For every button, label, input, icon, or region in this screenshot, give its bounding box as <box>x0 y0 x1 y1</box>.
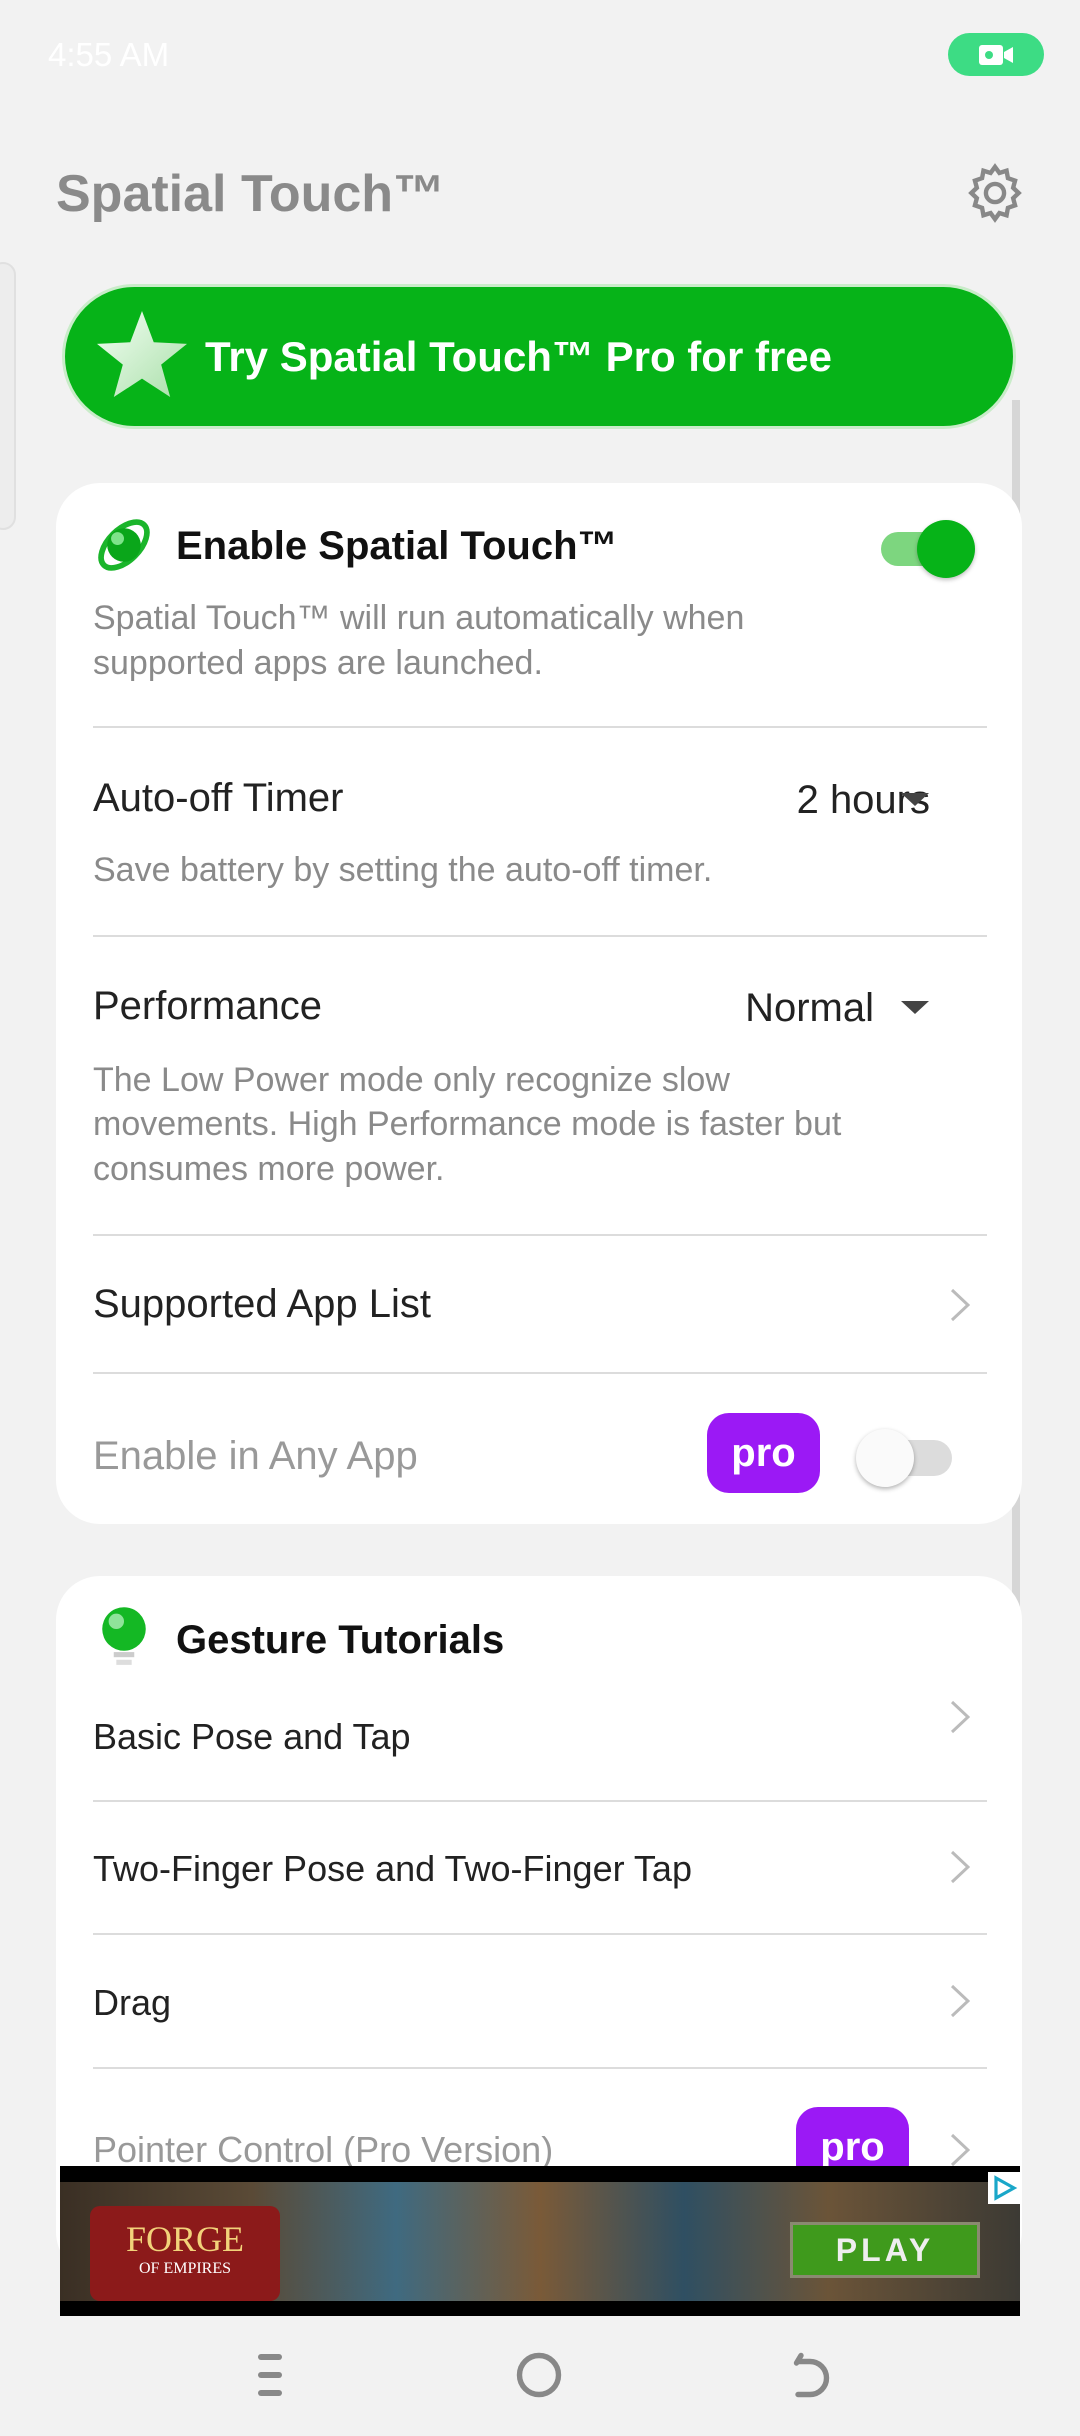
star-icon <box>95 309 189 404</box>
chevron-right-icon <box>950 1984 970 2018</box>
divider <box>93 1372 987 1374</box>
recent-apps-button[interactable] <box>240 2345 300 2405</box>
lightbulb-icon <box>98 1606 150 1675</box>
tutorial-item-label: Drag <box>93 1982 172 2023</box>
performance-description-2: movements. High Performance mode is fast… <box>93 1105 842 1143</box>
tutorial-item[interactable] <box>56 1935 1022 2067</box>
page-title: Spatial Touch™ <box>56 165 446 223</box>
status-time: 4:55 AM <box>48 36 170 73</box>
enable-toggle[interactable] <box>881 520 977 578</box>
any-app-label: Enable in Any App <box>93 1434 418 1478</box>
tutorial-item-label: Basic Pose and Tap <box>93 1716 411 1757</box>
tutorial-item-label: Pointer Control (Pro Version) <box>93 2129 554 2170</box>
divider <box>93 2067 987 2069</box>
caret-down-icon[interactable] <box>901 793 929 806</box>
performance-title: Performance <box>93 984 322 1028</box>
back-button[interactable] <box>780 2345 840 2405</box>
auto-off-description: Save battery by setting the auto-off tim… <box>93 851 713 889</box>
ad-choices-icon[interactable] <box>988 2172 1020 2204</box>
enable-description-2: supported apps are launched. <box>93 644 543 682</box>
performance-description: The Low Power mode only recognize slow <box>93 1061 730 1099</box>
divider <box>93 935 987 937</box>
performance-value: Normal <box>745 986 874 1030</box>
ad-banner[interactable]: FORGE OF EMPIRES PLAY <box>60 2166 1020 2316</box>
spatial-touch-logo-icon <box>93 514 155 581</box>
tutorials-title: Gesture Tutorials <box>176 1618 505 1662</box>
chevron-right-icon <box>950 2133 970 2167</box>
divider <box>93 726 987 728</box>
chevron-right-icon <box>950 1700 970 1734</box>
supported-app-list-label: Supported App List <box>93 1282 432 1326</box>
tutorial-item-label: Two-Finger Pose and Two-Finger Tap <box>93 1848 692 1889</box>
performance-dropdown[interactable]: Normal <box>745 986 874 1031</box>
home-button[interactable] <box>509 2345 569 2405</box>
ad-brand: FORGE <box>125 2219 245 2259</box>
video-camera-icon <box>948 33 1044 76</box>
side-drawer-handle[interactable] <box>0 262 16 530</box>
try-pro-label: Try Spatial Touch™ Pro for free <box>205 332 833 380</box>
ad-logo: FORGE OF EMPIRES <box>90 2206 280 2301</box>
chevron-right-icon <box>950 1288 970 1322</box>
chevron-right-icon <box>950 1850 970 1884</box>
enable-title: Enable Spatial Touch™ <box>176 524 618 568</box>
ad-brand-sub: OF EMPIRES <box>138 2260 232 2277</box>
enable-description: Spatial Touch™ will run automatically wh… <box>93 599 745 637</box>
try-pro-button[interactable]: Try Spatial Touch™ Pro for free <box>62 284 1016 429</box>
ad-play-button[interactable]: PLAY <box>790 2222 980 2278</box>
gear-icon[interactable] <box>962 160 1028 226</box>
auto-off-title: Auto-off Timer <box>93 776 344 820</box>
pro-badge: pro <box>707 1413 820 1493</box>
performance-description-3: consumes more power. <box>93 1150 445 1188</box>
caret-down-icon[interactable] <box>901 1001 929 1014</box>
any-app-toggle[interactable] <box>856 1429 956 1487</box>
